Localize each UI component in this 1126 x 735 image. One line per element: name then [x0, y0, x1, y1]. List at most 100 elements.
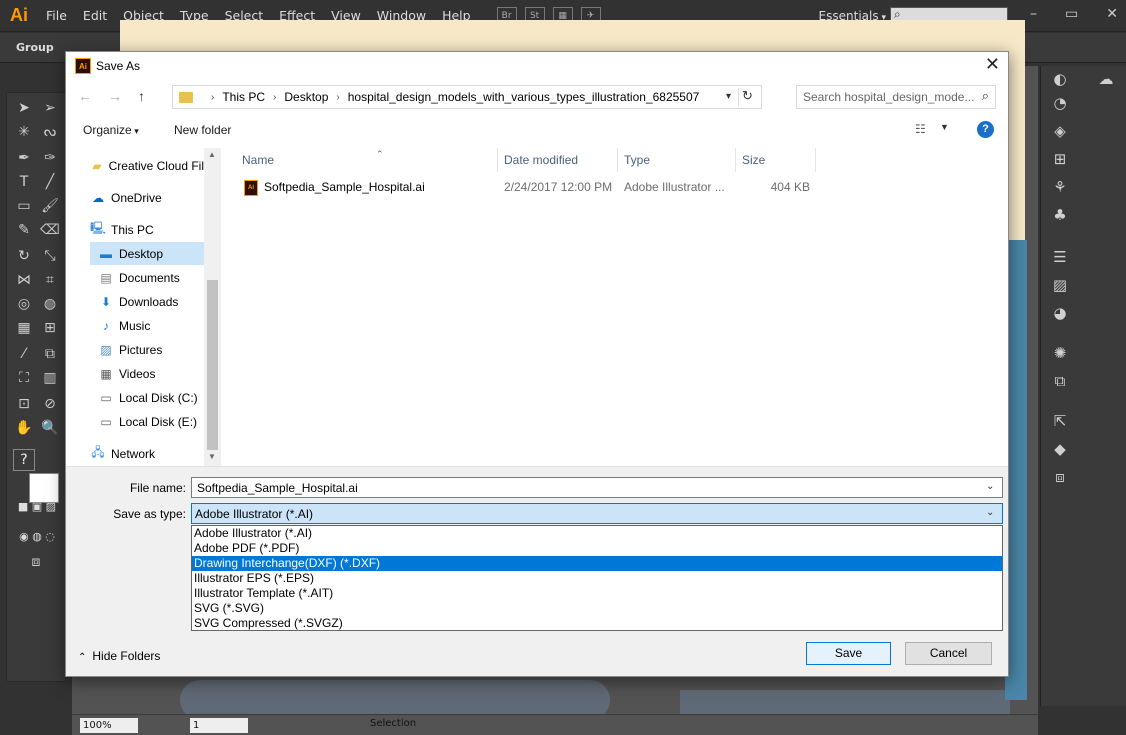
- nav-item-videos[interactable]: ▦ Videos: [98, 362, 204, 385]
- nav-item-creative-cloud[interactable]: ▰ Creative Cloud Fil: [90, 154, 204, 177]
- forward-icon[interactable]: →: [108, 88, 122, 104]
- rectangle-tool-icon[interactable]: ▭: [13, 195, 35, 217]
- direct-selection-tool-icon[interactable]: ➢: [39, 97, 61, 119]
- pen-tool-icon[interactable]: ✒: [13, 147, 35, 169]
- option-ai[interactable]: Adobe Illustrator (*.AI): [192, 526, 1002, 541]
- save-button[interactable]: Save: [806, 642, 891, 665]
- menu-edit[interactable]: Edit: [75, 0, 115, 32]
- magic-wand-tool-icon[interactable]: ✳: [13, 121, 35, 143]
- selection-tool-icon[interactable]: ➤: [13, 97, 35, 119]
- symbol-sprayer-tool-icon[interactable]: ⛶: [13, 367, 35, 389]
- refresh-icon[interactable]: ↻: [738, 88, 756, 106]
- export-icon[interactable]: ⇱: [1049, 410, 1071, 432]
- option-svgz[interactable]: SVG Compressed (*.SVGZ): [192, 616, 1002, 631]
- club-icon[interactable]: ♣: [1049, 204, 1071, 226]
- chevron-down-icon[interactable]: ▼: [208, 452, 216, 461]
- zoom-level[interactable]: 100%: [80, 718, 138, 733]
- nav-item-documents[interactable]: ▤ Documents: [98, 266, 204, 289]
- address-bar[interactable]: › This PC › Desktop › hospital_design_mo…: [172, 85, 762, 109]
- nav-item-local-disk-e[interactable]: ▭ Local Disk (E:): [98, 410, 204, 433]
- option-ait[interactable]: Illustrator Template (*.AIT): [192, 586, 1002, 601]
- up-icon[interactable]: ↑: [138, 88, 145, 104]
- graphic-styles-icon[interactable]: ⚘: [1049, 176, 1071, 198]
- nav-item-pictures[interactable]: ▨ Pictures: [98, 338, 204, 361]
- hand-tool-icon[interactable]: ✋: [13, 417, 35, 439]
- table-row[interactable]: Ai Softpedia_Sample_Hospital.ai 2/24/201…: [222, 176, 822, 198]
- search-input[interactable]: Search hospital_design_mode... ⌕: [796, 85, 996, 109]
- appearance-panel-icon[interactable]: ✺: [1049, 342, 1071, 364]
- draw-mode-icons[interactable]: ◉ ◍ ◌: [11, 527, 63, 545]
- close-icon[interactable]: ✕: [985, 54, 1000, 75]
- option-svg[interactable]: SVG (*.SVG): [192, 601, 1002, 616]
- libraries-icon[interactable]: ☁: [1095, 68, 1117, 90]
- color-panel-icon[interactable]: ◐: [1049, 68, 1071, 90]
- nav-item-music[interactable]: ♪ Music: [98, 314, 204, 337]
- view-options-icon[interactable]: ☷: [915, 122, 926, 136]
- nav-item-downloads[interactable]: ⬇ Downloads: [98, 290, 204, 313]
- nav-item-onedrive[interactable]: ☁ OneDrive: [90, 186, 204, 209]
- file-name-input[interactable]: [191, 477, 1003, 498]
- color-mode-icons[interactable]: ■ ▣ ▨: [11, 497, 63, 515]
- slice-tool-icon[interactable]: ⊘: [39, 393, 61, 415]
- swatches-icon[interactable]: ◔: [1049, 92, 1071, 114]
- shaper-tool-icon[interactable]: ✎: [13, 219, 35, 241]
- shape-builder-tool-icon[interactable]: ◎: [13, 293, 35, 315]
- help-icon[interactable]: ?: [13, 449, 35, 471]
- stroke-panel-icon[interactable]: ☰: [1049, 246, 1071, 268]
- chevron-down-icon[interactable]: ⌄: [986, 481, 994, 492]
- brushes-icon[interactable]: ◈: [1049, 120, 1071, 142]
- cancel-button[interactable]: Cancel: [905, 642, 992, 665]
- minimize-icon[interactable]: –: [1030, 0, 1037, 28]
- chevron-down-icon[interactable]: ⌄: [986, 507, 994, 518]
- symbols-icon[interactable]: ⊞: [1049, 148, 1071, 170]
- zoom-tool-icon[interactable]: 🔍: [39, 417, 61, 439]
- type-tool-icon[interactable]: T: [13, 171, 35, 193]
- align-panel-icon[interactable]: ⧉: [1049, 370, 1071, 392]
- column-type[interactable]: Type: [618, 148, 736, 172]
- chevron-down-icon[interactable]: ▾: [726, 91, 731, 102]
- maximize-icon[interactable]: ▭: [1065, 0, 1078, 28]
- help-icon[interactable]: ?: [977, 121, 994, 138]
- nav-item-this-pc[interactable]: 🖳 This PC: [90, 218, 204, 241]
- chevron-down-icon[interactable]: ▼: [940, 122, 949, 132]
- column-name[interactable]: Name ⌃: [236, 148, 498, 172]
- option-pdf[interactable]: Adobe PDF (*.PDF): [192, 541, 1002, 556]
- nav-item-local-disk-c[interactable]: ▭ Local Disk (C:): [98, 386, 204, 409]
- save-as-type-select[interactable]: Adobe Illustrator (*.AI): [191, 503, 1003, 524]
- close-window-icon[interactable]: ✕: [1106, 0, 1118, 28]
- breadcrumb-desktop[interactable]: Desktop: [284, 90, 328, 104]
- nav-pane-scrollbar[interactable]: ▲ ▼: [204, 148, 221, 466]
- width-tool-icon[interactable]: ⋈: [13, 269, 35, 291]
- column-size[interactable]: Size: [736, 148, 816, 172]
- transparency-panel-icon[interactable]: ◕: [1049, 302, 1071, 324]
- nav-item-network[interactable]: 🖧 Network: [90, 442, 204, 465]
- rotate-tool-icon[interactable]: ↻: [13, 245, 35, 267]
- artboards-panel-icon[interactable]: ⧈: [1049, 466, 1071, 488]
- back-icon[interactable]: ←: [78, 88, 92, 104]
- organize-button[interactable]: Organize: [83, 123, 139, 137]
- screen-mode-icon[interactable]: ⧈: [25, 551, 47, 573]
- free-transform-tool-icon[interactable]: ⌗: [39, 269, 61, 291]
- scrollbar-thumb[interactable]: [207, 280, 218, 450]
- eraser-tool-icon[interactable]: ⌫: [39, 219, 61, 241]
- paintbrush-tool-icon[interactable]: 🖌: [39, 195, 61, 217]
- mesh-tool-icon[interactable]: ⊞: [39, 317, 61, 339]
- breadcrumb-this-pc[interactable]: This PC: [222, 90, 265, 104]
- layers-panel-icon[interactable]: ◆: [1049, 438, 1071, 460]
- chevron-up-icon[interactable]: ▲: [208, 150, 216, 159]
- perspective-grid-tool-icon[interactable]: ▦: [13, 317, 35, 339]
- column-date-modified[interactable]: Date modified: [498, 148, 618, 172]
- artboard-tool-icon[interactable]: ⊡: [13, 393, 35, 415]
- live-paint-tool-icon[interactable]: ◍: [39, 293, 61, 315]
- new-folder-button[interactable]: New folder: [174, 123, 231, 137]
- column-graph-tool-icon[interactable]: ▥: [39, 367, 61, 389]
- gradient-panel-icon[interactable]: ▨: [1049, 274, 1071, 296]
- curvature-tool-icon[interactable]: ✑: [39, 147, 61, 169]
- search-icon[interactable]: ⌕: [982, 88, 989, 104]
- scale-tool-icon[interactable]: ⤡: [39, 245, 61, 267]
- option-dxf[interactable]: Drawing Interchange(DXF) (*.DXF): [192, 556, 1002, 571]
- nav-item-desktop[interactable]: ▬ Desktop: [90, 242, 204, 265]
- line-tool-icon[interactable]: ╱: [39, 171, 61, 193]
- breadcrumb-current-folder[interactable]: hospital_design_models_with_various_type…: [348, 90, 700, 104]
- hide-folders-button[interactable]: ⌃ Hide Folders: [78, 649, 160, 663]
